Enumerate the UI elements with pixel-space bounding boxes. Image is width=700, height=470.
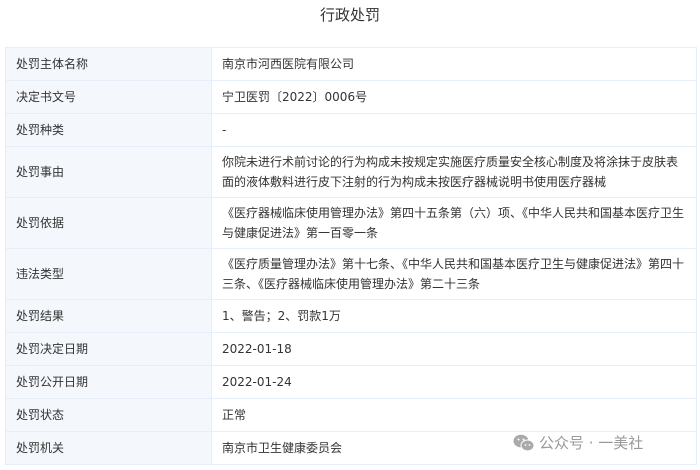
table-row: 处罚结果 1、警告；2、罚款1万 xyxy=(5,299,697,333)
row-label: 处罚事由 xyxy=(5,146,212,198)
row-value: 1、警告；2、罚款1万 xyxy=(211,299,697,333)
row-label: 处罚种类 xyxy=(5,113,212,147)
row-value: 南京市河西医院有限公司 xyxy=(211,47,697,81)
table-row: 处罚种类 - xyxy=(5,113,697,147)
row-label: 决定书文号 xyxy=(5,80,212,114)
page-title: 行政处罚 xyxy=(319,6,380,24)
table-row: 处罚依据 《医疗器械临床使用管理办法》第四十五条第（六）项、《中华人民共和国基本医… xyxy=(5,197,697,249)
penalty-table: 处罚主体名称 南京市河西医院有限公司 决定书文号 宁卫医罚〔2022〕0006号 处罚种… xyxy=(5,47,697,465)
table-row: 处罚事由 你院未进行术前讨论的行为构成未按规定实施医疗质量安全核心制度及将涂抹于皮… xyxy=(5,146,697,198)
watermark-text: 公众号 · 一美社 xyxy=(539,434,644,452)
row-label: 处罚决定日期 xyxy=(5,332,212,366)
row-label: 处罚机关 xyxy=(5,431,212,465)
row-value: - xyxy=(211,113,697,147)
table-row: 处罚决定日期 2022-01-18 xyxy=(5,332,697,366)
row-value: 《医疗质量管理办法》第十七条、《中华人民共和国基本医疗卫生与健康促进法》第四十三… xyxy=(211,248,697,300)
row-value: 你院未进行术前讨论的行为构成未按规定实施医疗质量安全核心制度及将涂抹于皮肤表面的… xyxy=(211,146,697,198)
row-label: 处罚依据 xyxy=(5,197,212,249)
table-row: 处罚主体名称 南京市河西医院有限公司 xyxy=(5,47,697,81)
wechat-icon xyxy=(513,434,535,451)
row-value: 2022-01-24 xyxy=(211,365,697,399)
row-value: 2022-01-18 xyxy=(211,332,697,366)
row-value: 《医疗器械临床使用管理办法》第四十五条第（六）项、《中华人民共和国基本医疗卫生与… xyxy=(211,197,697,249)
watermark: 公众号 · 一美社 xyxy=(513,432,643,453)
table-row: 处罚公开日期 2022-01-24 xyxy=(5,365,697,399)
row-label: 处罚状态 xyxy=(5,398,212,432)
row-label: 处罚主体名称 xyxy=(5,47,212,81)
table-row: 违法类型 《医疗质量管理办法》第十七条、《中华人民共和国基本医疗卫生与健康促进法》… xyxy=(5,248,697,300)
row-label: 处罚公开日期 xyxy=(5,365,212,399)
row-label: 违法类型 xyxy=(5,248,212,300)
row-label: 处罚结果 xyxy=(5,299,212,333)
row-value: 正常 xyxy=(211,398,697,432)
row-value: 宁卫医罚〔2022〕0006号 xyxy=(211,80,697,114)
table-row: 处罚状态 正常 xyxy=(5,398,697,432)
table-row: 决定书文号 宁卫医罚〔2022〕0006号 xyxy=(5,80,697,114)
